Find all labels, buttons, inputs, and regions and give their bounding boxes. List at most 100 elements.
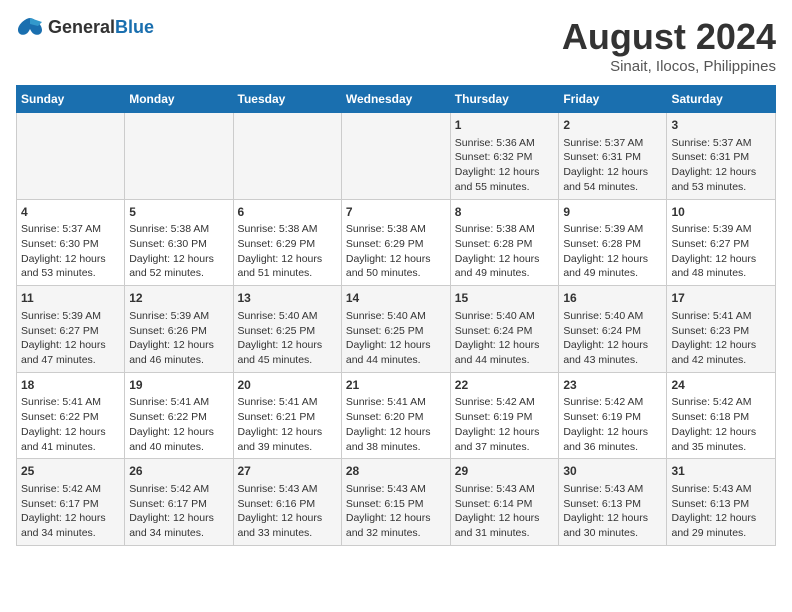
sunrise-text: Sunrise: 5:38 AM [346,222,446,237]
sunrise-text: Sunrise: 5:39 AM [671,222,771,237]
logo-blue: Blue [115,17,154,37]
sunrise-text: Sunrise: 5:40 AM [563,309,662,324]
day-cell: 5Sunrise: 5:38 AMSunset: 6:30 PMDaylight… [125,199,233,286]
sunset-text: Sunset: 6:17 PM [21,497,120,512]
sunset-text: Sunset: 6:27 PM [21,324,120,339]
day-number: 18 [21,377,120,394]
day-number: 24 [671,377,771,394]
daylight-text: Daylight: 12 hours and 46 minutes. [129,338,228,367]
daylight-text: Daylight: 12 hours and 34 minutes. [21,511,120,540]
week-row-2: 4Sunrise: 5:37 AMSunset: 6:30 PMDaylight… [17,199,776,286]
daylight-text: Daylight: 12 hours and 32 minutes. [346,511,446,540]
day-number: 20 [238,377,337,394]
sunrise-text: Sunrise: 5:40 AM [346,309,446,324]
sunrise-text: Sunrise: 5:42 AM [671,395,771,410]
day-cell: 6Sunrise: 5:38 AMSunset: 6:29 PMDaylight… [233,199,341,286]
sunrise-text: Sunrise: 5:42 AM [21,482,120,497]
day-number: 12 [129,290,228,307]
week-row-5: 25Sunrise: 5:42 AMSunset: 6:17 PMDayligh… [17,459,776,546]
header-row: SundayMondayTuesdayWednesdayThursdayFrid… [17,86,776,113]
day-number: 17 [671,290,771,307]
daylight-text: Daylight: 12 hours and 38 minutes. [346,425,446,454]
week-row-3: 11 Sunrise: 5:39 AMSunset: 6:27 PM Dayligh… [17,286,776,373]
sunset-text: Sunset: 6:22 PM [129,410,228,425]
sunrise-text: Sunrise: 5:37 AM [563,136,662,151]
week-row-1: 1 Sunrise: 5:36 AMSunset: 6:32 PM Daylight… [17,113,776,200]
sunset-text: Sunset: 6:30 PM [21,237,120,252]
day-header-wednesday: Wednesday [341,86,450,113]
sunrise-text: Sunrise: 5:41 AM [671,309,771,324]
daylight-text: Daylight: 12 hours and 29 minutes. [671,511,771,540]
sunset-text: Sunset: 6:29 PM [346,237,446,252]
day-cell: 20Sunrise: 5:41 AMSunset: 6:21 PMDayligh… [233,372,341,459]
sunrise-text: Sunrise: 5:41 AM [21,395,120,410]
daylight-text: Daylight: 12 hours and 37 minutes. [455,425,555,454]
sunset-text: Sunset: 6:13 PM [671,497,771,512]
day-header-saturday: Saturday [667,86,776,113]
sunrise-text: Sunrise: 5:37 AM [21,222,120,237]
daylight-text: Daylight: 12 hours and 39 minutes. [238,425,337,454]
day-cell: 18Sunrise: 5:41 AMSunset: 6:22 PMDayligh… [17,372,125,459]
sunset-text: Sunset: 6:32 PM [455,150,555,165]
daylight-text: Daylight: 12 hours and 50 minutes. [346,252,446,281]
daylight-text: Daylight: 12 hours and 53 minutes. [21,252,120,281]
sunrise-text: Sunrise: 5:38 AM [129,222,228,237]
day-number: 28 [346,463,446,480]
daylight-text: Daylight: 12 hours and 40 minutes. [129,425,228,454]
day-number: 4 [21,204,120,221]
sunset-text: Sunset: 6:13 PM [563,497,662,512]
daylight-text: Daylight: 12 hours and 33 minutes. [238,511,337,540]
day-number: 31 [671,463,771,480]
daylight-text: Daylight: 12 hours and 48 minutes. [671,252,771,281]
day-number: 14 [346,290,446,307]
sunset-text: Sunset: 6:19 PM [563,410,662,425]
calendar-table: SundayMondayTuesdayWednesdayThursdayFrid… [16,85,776,546]
day-cell: 2Sunrise: 5:37 AMSunset: 6:31 PMDaylight… [559,113,667,200]
sunrise-text: Sunrise: 5:36 AM [455,136,555,151]
sunrise-text: Sunrise: 5:43 AM [346,482,446,497]
day-cell: 3Sunrise: 5:37 AMSunset: 6:31 PMDaylight… [667,113,776,200]
day-cell [17,113,125,200]
sunrise-text: Sunrise: 5:41 AM [129,395,228,410]
day-number: 22 [455,377,555,394]
day-number: 29 [455,463,555,480]
sunrise-text: Sunrise: 5:39 AM [563,222,662,237]
sunset-text: Sunset: 6:29 PM [238,237,337,252]
day-cell: 1Sunrise: 5:36 AMSunset: 6:32 PMDaylight… [450,113,559,200]
daylight-text: Daylight: 12 hours and 34 minutes. [129,511,228,540]
day-number: 15 [455,290,555,307]
title-area: August 2024 Sinait, Ilocos, Philippines [562,16,776,75]
daylight-text: Daylight: 12 hours and 54 minutes. [563,165,662,194]
sunset-text: Sunset: 6:25 PM [238,324,337,339]
day-cell: 8Sunrise: 5:38 AMSunset: 6:28 PMDaylight… [450,199,559,286]
daylight-text: Daylight: 12 hours and 51 minutes. [238,252,337,281]
logo-icon [16,16,44,38]
day-cell [125,113,233,200]
main-title: August 2024 [562,16,776,58]
day-number: 1 [455,117,555,134]
day-cell: 29Sunrise: 5:43 AMSunset: 6:14 PMDayligh… [450,459,559,546]
day-header-monday: Monday [125,86,233,113]
day-cell: 25Sunrise: 5:42 AMSunset: 6:17 PMDayligh… [17,459,125,546]
daylight-text: Daylight: 12 hours and 30 minutes. [563,511,662,540]
sunset-text: Sunset: 6:22 PM [21,410,120,425]
day-number: 19 [129,377,228,394]
sunset-text: Sunset: 6:20 PM [346,410,446,425]
day-cell: 23Sunrise: 5:42 AMSunset: 6:19 PMDayligh… [559,372,667,459]
day-cell [341,113,450,200]
day-number: 2 [563,117,662,134]
week-row-4: 18Sunrise: 5:41 AMSunset: 6:22 PMDayligh… [17,372,776,459]
day-number: 30 [563,463,662,480]
sunrise-text: Sunrise: 5:39 AM [21,309,120,324]
day-cell: 17Sunrise: 5:41 AMSunset: 6:23 PMDayligh… [667,286,776,373]
day-number: 11 [21,290,120,307]
sunrise-text: Sunrise: 5:41 AM [238,395,337,410]
sunset-text: Sunset: 6:18 PM [671,410,771,425]
logo: GeneralBlue [16,16,154,38]
day-header-thursday: Thursday [450,86,559,113]
logo-text: GeneralBlue [48,17,154,38]
sunset-text: Sunset: 6:24 PM [455,324,555,339]
sunrise-text: Sunrise: 5:43 AM [455,482,555,497]
sunrise-text: Sunrise: 5:38 AM [455,222,555,237]
day-number: 23 [563,377,662,394]
